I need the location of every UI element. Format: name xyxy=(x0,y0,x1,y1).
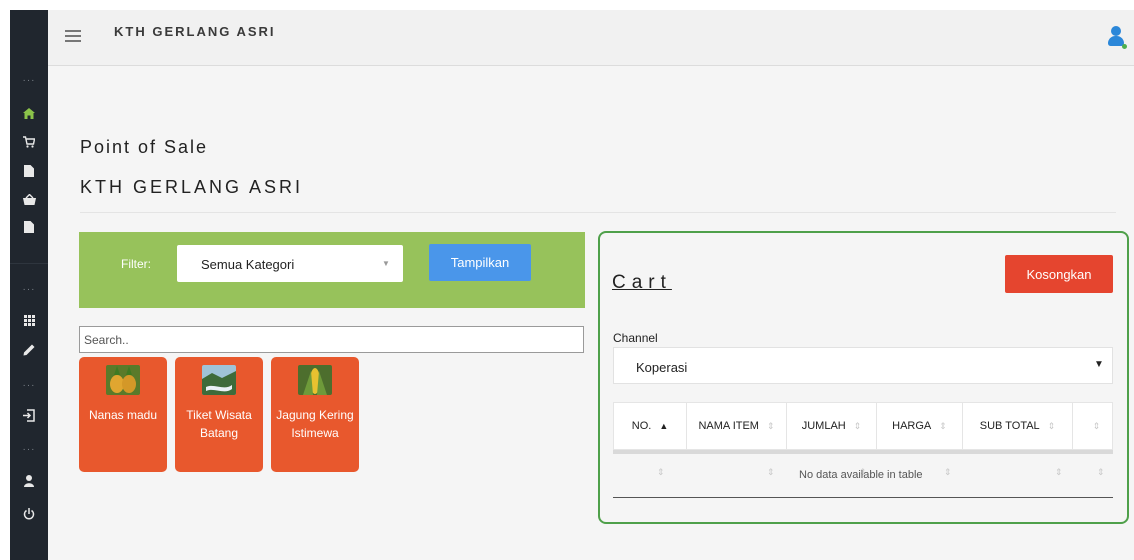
sort-icon: ⇕ xyxy=(1092,420,1101,431)
column-header-sub-total[interactable]: SUB TOTAL ⇕ xyxy=(963,403,1073,449)
cart-title: Cart xyxy=(612,272,672,293)
channel-select-value: Koperasi xyxy=(636,360,688,375)
logout-icon[interactable] xyxy=(10,404,48,426)
chevron-down-icon: ▼ xyxy=(382,259,390,268)
more-dots-icon: ··· xyxy=(22,379,36,391)
more-dots-icon: ··· xyxy=(22,74,36,86)
document-icon[interactable] xyxy=(10,160,48,182)
landscape-image-icon xyxy=(202,365,236,395)
product-card[interactable]: Jagung Kering Istimewa xyxy=(271,357,359,472)
hamburger-menu-icon[interactable] xyxy=(65,30,81,42)
pencil-icon[interactable] xyxy=(10,339,48,361)
top-navbar: KTH GERLANG ASRI xyxy=(48,10,1134,66)
caret-down-icon: ▼ xyxy=(1094,359,1104,370)
category-select-value: Semua Kategori xyxy=(201,257,295,272)
page-title: Point of Sale xyxy=(80,137,209,157)
product-card[interactable]: Tiket Wisata Batang xyxy=(175,357,263,472)
sort-icon: ⇕ xyxy=(1097,467,1105,477)
column-header-no[interactable]: NO. ▲ xyxy=(614,403,687,449)
search-input[interactable] xyxy=(79,326,584,353)
power-icon[interactable] xyxy=(10,503,48,525)
user-icon[interactable] xyxy=(10,470,48,492)
table-header: NO. ▲ NAMA ITEM ⇕ JUMLAH ⇕ HARGA ⇕ SUB TOTAL… xyxy=(613,402,1113,450)
home-icon[interactable] xyxy=(10,102,48,124)
product-card[interactable]: Nanas madu xyxy=(79,357,167,472)
basket-icon[interactable] xyxy=(10,188,48,210)
cart-panel: Cart Kosongkan Channel Koperasi ▼ NO. ▲ N… xyxy=(598,231,1129,524)
cart-icon[interactable] xyxy=(10,131,48,153)
sort-icon: ⇕ xyxy=(944,467,952,477)
category-select[interactable]: Semua Kategori ▼ xyxy=(177,245,403,282)
sort-icon: ⇕ xyxy=(657,467,665,477)
channel-label: Channel xyxy=(613,331,658,345)
user-avatar-icon[interactable] xyxy=(1108,26,1127,49)
online-status-dot xyxy=(1122,44,1127,49)
app-frame: ··· ··· ··· ··· KTH GERLANG ASRI Point o… xyxy=(10,10,1134,560)
sort-icon: ⇕ xyxy=(853,420,862,431)
show-button[interactable]: Tampilkan xyxy=(429,244,531,281)
filter-label: Filter: xyxy=(121,257,151,271)
sort-icon: ⇕ xyxy=(1055,467,1063,477)
product-name: Tiket Wisata Batang xyxy=(186,408,252,440)
corn-image-icon xyxy=(298,365,332,395)
product-name: Nanas madu xyxy=(88,408,158,422)
clear-cart-button[interactable]: Kosongkan xyxy=(1005,255,1113,293)
grid-icon[interactable] xyxy=(10,309,48,331)
brand-title: KTH GERLANG ASRI xyxy=(114,24,276,39)
cart-table: NO. ▲ NAMA ITEM ⇕ JUMLAH ⇕ HARGA ⇕ SUB TOTAL… xyxy=(613,402,1113,500)
more-dots-icon: ··· xyxy=(22,443,36,455)
channel-select[interactable]: Koperasi ▼ xyxy=(613,347,1113,384)
document-icon[interactable] xyxy=(10,216,48,238)
sort-asc-icon: ▲ xyxy=(659,421,669,431)
sort-icon: ⇕ xyxy=(1047,420,1056,431)
column-header-harga[interactable]: HARGA ⇕ xyxy=(877,403,963,449)
product-name: Jagung Kering Istimewa xyxy=(276,408,354,440)
table-empty-row: ⇕ ⇕ ⇕ ⇕ ⇕ ⇕ No data available in table xyxy=(613,454,1113,498)
sort-icon: ⇕ xyxy=(766,420,775,431)
pineapple-image-icon xyxy=(106,365,140,395)
sidebar: ··· ··· ··· ··· xyxy=(10,10,48,560)
sort-icon: ⇕ xyxy=(939,420,947,431)
more-dots-icon: ··· xyxy=(22,283,36,295)
column-header-nama-item[interactable]: NAMA ITEM ⇕ xyxy=(687,403,787,449)
divider xyxy=(80,212,1116,213)
filter-panel: Filter: Semua Kategori ▼ Tampilkan xyxy=(79,232,585,308)
page-subtitle: KTH GERLANG ASRI xyxy=(80,177,304,197)
column-header-jumlah[interactable]: JUMLAH ⇕ xyxy=(787,403,877,449)
empty-table-message: No data available in table xyxy=(799,469,923,481)
sort-icon: ⇕ xyxy=(767,467,775,477)
column-header-actions[interactable]: ⇕ xyxy=(1073,403,1112,449)
